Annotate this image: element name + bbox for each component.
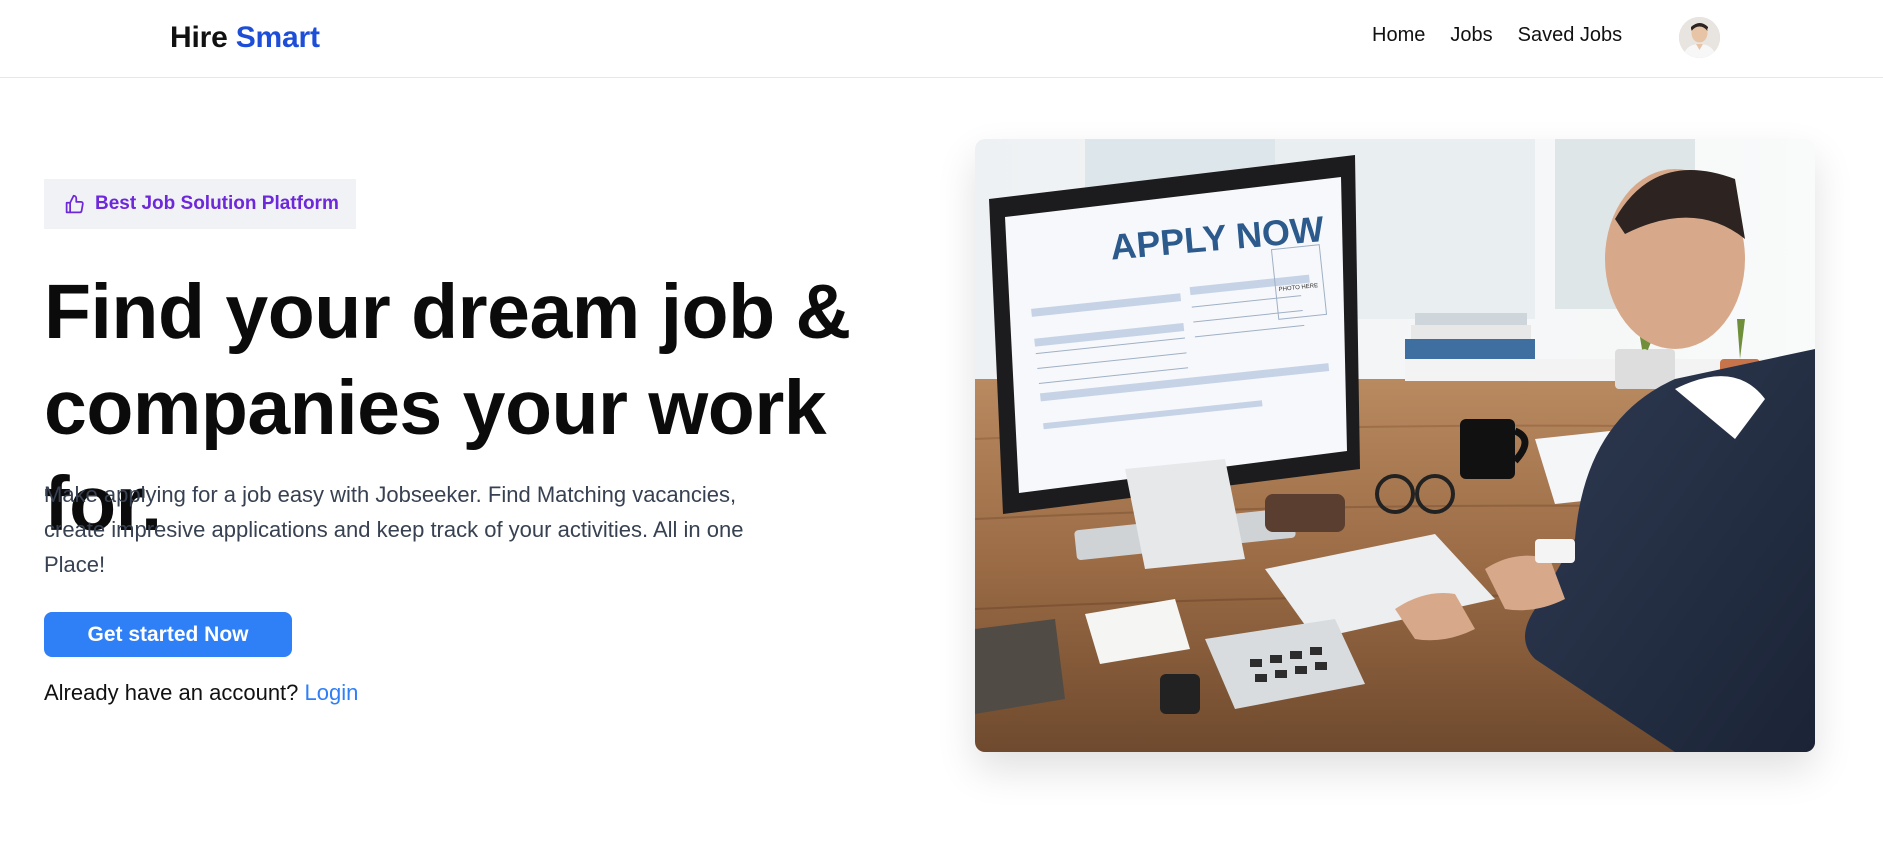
user-avatar-icon[interactable] bbox=[1679, 17, 1720, 58]
hero-description: Make applying for a job easy with Jobsee… bbox=[44, 482, 744, 577]
nav-home-link[interactable]: Home bbox=[1372, 24, 1425, 47]
login-prompt: Already have an account? Login bbox=[44, 680, 358, 706]
avatar-image bbox=[1679, 17, 1720, 58]
brand-name-part1: Hire bbox=[170, 21, 228, 54]
nav-jobs-link[interactable]: Jobs bbox=[1450, 24, 1492, 47]
navbar: Hire Smart Home Jobs Saved Jobs bbox=[0, 0, 1883, 78]
badge-label: Best Job Solution Platform bbox=[95, 193, 339, 214]
login-prompt-text: Already have an account? bbox=[44, 680, 299, 705]
brand-name-part2: Smart bbox=[235, 21, 320, 54]
hero-image: APPLY NOW PHOTO HERE bbox=[975, 139, 1815, 752]
login-link[interactable]: Login bbox=[305, 680, 359, 705]
headline-line-1: Find your dream job & bbox=[44, 269, 851, 355]
nav-saved-jobs-link[interactable]: Saved Jobs bbox=[1518, 24, 1623, 47]
main-nav: Home Jobs Saved Jobs bbox=[1372, 24, 1622, 47]
brand-logo[interactable]: Hire Smart bbox=[170, 21, 320, 55]
platform-badge: Best Job Solution Platform bbox=[44, 179, 356, 229]
office-desk-illustration: APPLY NOW PHOTO HERE bbox=[975, 139, 1815, 752]
get-started-button[interactable]: Get started Now bbox=[44, 612, 292, 657]
thumbs-up-icon bbox=[64, 194, 85, 215]
